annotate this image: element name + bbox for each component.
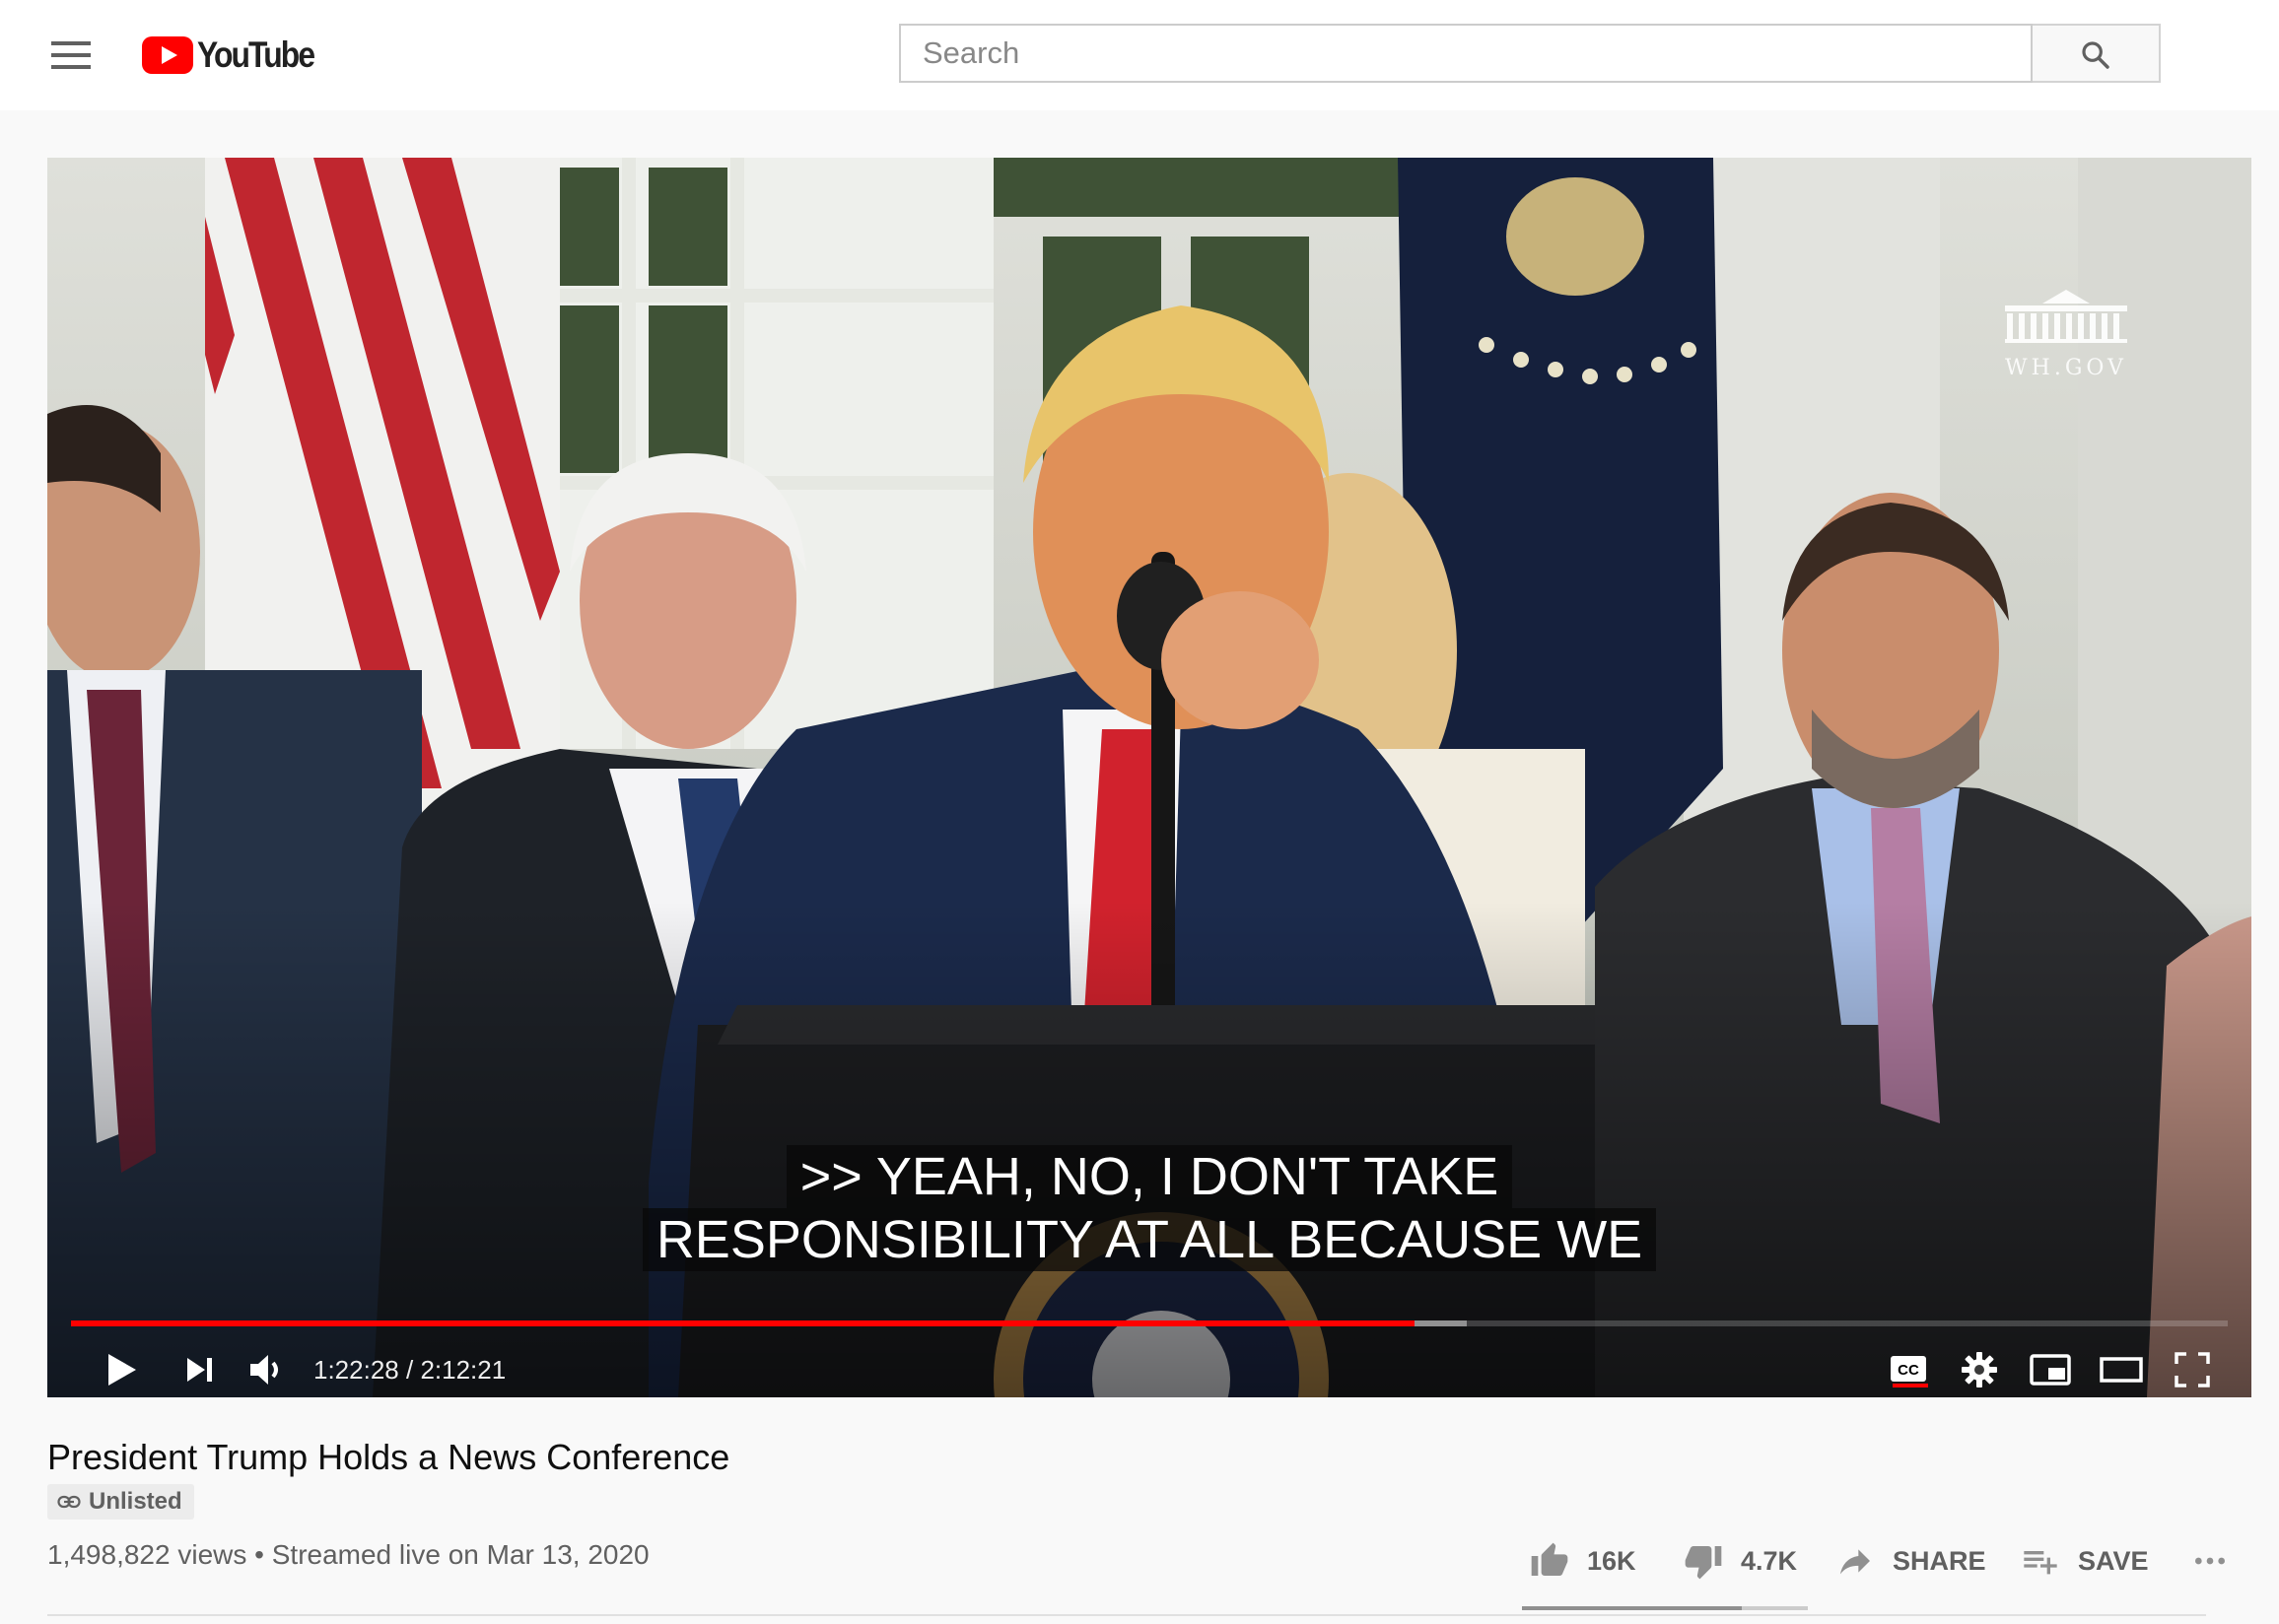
info-divider [47,1614,2206,1616]
progress-bar[interactable] [71,1320,2228,1326]
time-display: 1:22:28 / 2:12:21 [313,1346,506,1393]
masthead: YouTube [0,0,2279,110]
subtitles-active-indicator [1893,1384,1928,1387]
video-metadata: 1,498,822 views • Streamed live on Mar 1… [47,1539,650,1571]
watermark-text: WH.GOV [2005,356,2127,380]
svg-text:CC: CC [1898,1362,1919,1379]
duration: 2:12:21 [420,1355,507,1385]
video-player[interactable]: WH.GOV >> YEAH, NO, I DON'T TAKE RESPONS… [47,158,2251,1397]
thumbs-down-icon [1685,1546,1722,1580]
settings-gear-icon [1962,1352,1997,1387]
like-count: 16K [1587,1545,1636,1576]
save-button[interactable]: SAVE [2021,1537,2149,1585]
fullscreen-button[interactable] [2169,1346,2216,1393]
unlisted-badge: Unlisted [47,1484,194,1520]
youtube-logo[interactable]: YouTube [142,34,332,75]
current-time: 1:22:28 [313,1355,399,1385]
share-label: SHARE [1893,1545,1986,1576]
video-title: President Trump Holds a News Conference [47,1437,730,1477]
search-box [899,24,2035,83]
youtube-play-logo-icon [142,36,193,74]
share-button[interactable]: SHARE [1835,1537,1986,1585]
caption-line: RESPONSIBILITY AT ALL BECAUSE WE [642,1208,1657,1271]
settings-button[interactable] [1956,1346,2003,1393]
sentiment-like-fill [1522,1606,1743,1610]
meta-separator: • [254,1539,264,1570]
play-button[interactable] [97,1346,144,1393]
dislike-count: 4.7K [1741,1545,1798,1576]
time-separator: / [405,1355,421,1385]
theater-icon [2100,1357,2143,1383]
playlist-add-icon [2024,1551,2057,1575]
sentiment-bar [1522,1606,1808,1610]
thumbs-up-icon [1531,1542,1568,1576]
search-input[interactable] [901,26,2035,81]
volume-icon [250,1355,278,1385]
badge-label: Unlisted [89,1488,182,1515]
wh-gov-watermark: WH.GOV [1987,286,2145,380]
caption-line: >> YEAH, NO, I DON'T TAKE [786,1145,1513,1208]
theater-mode-button[interactable] [2098,1346,2145,1393]
next-icon [187,1358,212,1382]
logo-text: YouTube [197,34,315,75]
view-count: 1,498,822 views [47,1539,247,1570]
like-button[interactable]: 16K [1530,1537,1636,1585]
more-horizontal-icon [2195,1557,2225,1565]
guide-menu-icon[interactable] [51,39,91,71]
more-actions-button[interactable] [2190,1537,2230,1585]
mute-button[interactable] [242,1346,290,1393]
fullscreen-icon [2175,1352,2210,1387]
next-button[interactable] [175,1346,223,1393]
miniplayer-icon [2030,1354,2071,1386]
stream-date: Streamed live on Mar 13, 2020 [271,1539,650,1570]
save-label: SAVE [2078,1545,2149,1576]
search-icon [2082,41,2109,69]
miniplayer-button[interactable] [2027,1346,2074,1393]
search-button[interactable] [2033,24,2161,83]
white-house-icon [2005,290,2127,343]
share-arrow-icon [1840,1549,1870,1575]
progress-played [71,1320,1416,1326]
caption-window: >> YEAH, NO, I DON'T TAKE RESPONSIBILITY… [47,1145,2251,1271]
play-icon [108,1354,136,1386]
dislike-button[interactable]: 4.7K [1684,1537,1797,1585]
link-icon [57,1495,81,1509]
